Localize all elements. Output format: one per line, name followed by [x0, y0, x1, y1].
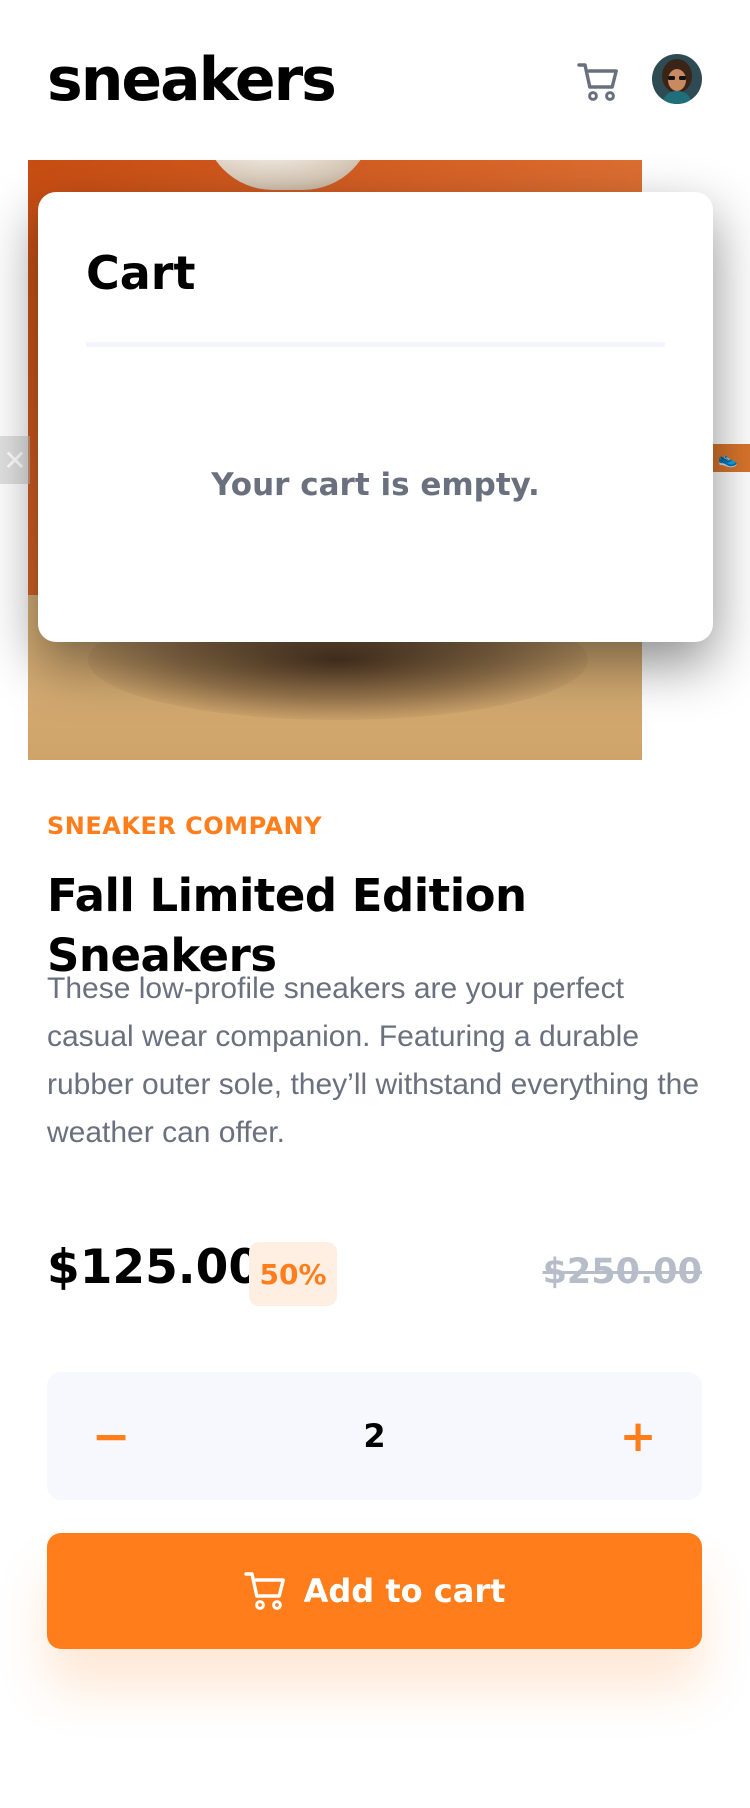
product-description: These low-profile sneakers are your perf… — [47, 972, 700, 1149]
add-to-cart-label: Add to cart — [303, 1572, 506, 1610]
original-price: $250.00 — [542, 1252, 702, 1292]
user-avatar[interactable] — [652, 54, 702, 104]
quantity-increase-button[interactable]: + — [606, 1404, 670, 1468]
shoe-thumbnail-icon: 👟 — [718, 448, 738, 468]
quantity-stepper: 2 − + — [47, 1372, 702, 1500]
price-row: $125.00 50% $250.00 — [47, 1240, 702, 1306]
plus-icon: + — [619, 1410, 657, 1462]
cart-icon — [577, 63, 618, 101]
minus-icon: − — [91, 1409, 131, 1463]
gallery-prev-button[interactable]: ✕ — [0, 436, 30, 484]
avatar-icon — [652, 54, 702, 104]
cart-popover: Cart Your cart is empty. — [38, 192, 713, 642]
add-to-cart-button[interactable]: Add to cart — [47, 1533, 702, 1649]
product-brand: SNEAKER COMPANY — [47, 812, 322, 840]
cart-title: Cart — [86, 246, 196, 300]
cart-empty-message: Your cart is empty. — [211, 467, 540, 503]
cart-divider — [86, 342, 665, 347]
site-header: sneakers — [0, 0, 750, 160]
discount-badge: 50% — [249, 1242, 337, 1306]
brand-logo[interactable]: sneakers — [47, 44, 337, 116]
cart-button[interactable] — [572, 55, 626, 109]
close-icon: ✕ — [3, 443, 27, 477]
quantity-decrease-button[interactable]: − — [79, 1404, 143, 1468]
quantity-value: 2 — [363, 1417, 386, 1455]
current-price: $125.00 — [47, 1240, 262, 1295]
cart-icon — [243, 1572, 285, 1610]
